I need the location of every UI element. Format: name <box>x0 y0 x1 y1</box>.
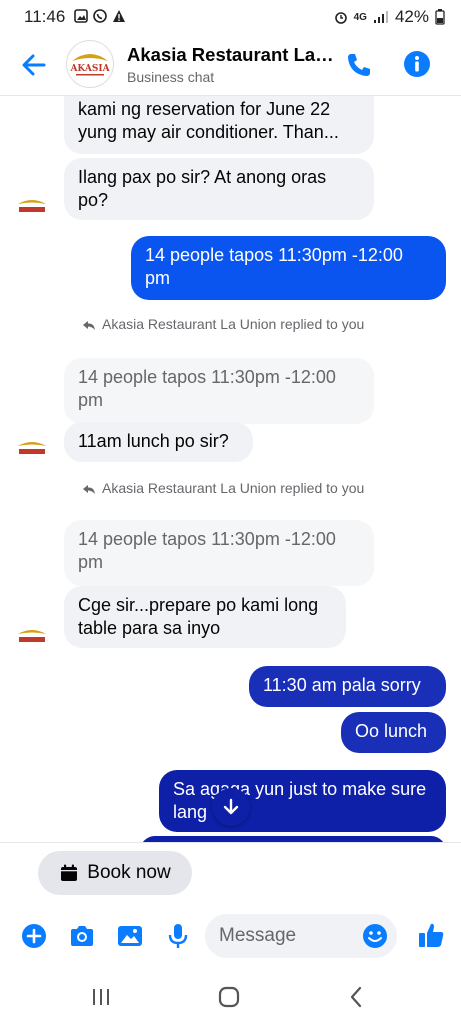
status-notification-icons <box>74 9 126 23</box>
incoming-message[interactable]: Cge sir...prepare po kami long table par… <box>64 586 346 648</box>
network-type: 4G <box>353 11 367 23</box>
chat-header: AKASIA Akasia Restaurant La Union Busine… <box>0 34 461 96</box>
incoming-message[interactable]: Ilang pax po sir? At anong oras po? <box>64 158 374 220</box>
battery-icon <box>435 9 445 25</box>
info-icon[interactable] <box>402 49 432 79</box>
scroll-to-bottom-button[interactable] <box>212 788 250 826</box>
message-text: 11am lunch po sir? <box>78 431 229 451</box>
back-arrow-icon[interactable] <box>18 49 50 81</box>
quoted-text: 14 people tapos 11:30pm -12:00 pm <box>78 529 336 572</box>
message-text: Oo lunch <box>355 721 428 741</box>
smiley-icon[interactable] <box>361 922 389 950</box>
outgoing-message[interactable]: Sa agaga yun just to make sure lang <box>159 770 446 832</box>
message-text: 11:30 am pala sorry <box>263 675 421 695</box>
sender-avatar-icon <box>18 200 46 212</box>
message-list[interactable]: kami ng reservation for June 22 yung may… <box>0 96 461 842</box>
thumbs-up-icon[interactable] <box>416 920 446 950</box>
incoming-message[interactable]: 11am lunch po sir? <box>64 422 253 462</box>
message-text: Ilang pax po sir? At anong oras po? <box>78 167 327 210</box>
calendar-icon <box>61 864 78 881</box>
reply-label-text: Akasia Restaurant La Union replied to yo… <box>102 480 365 496</box>
message-text: yung may air conditioner. Than... <box>78 122 339 142</box>
back-nav-icon[interactable] <box>344 984 370 1010</box>
arrow-down-icon <box>223 798 239 815</box>
quoted-text: 14 people tapos 11:30pm -12:00 pm <box>78 367 336 410</box>
sender-avatar-icon <box>18 630 46 642</box>
status-bar: 11:46 4G 42% <box>0 0 461 34</box>
warning-notification-icon <box>113 10 125 22</box>
book-now-button[interactable]: Book now <box>38 851 192 895</box>
outgoing-message[interactable]: 14 people tapos 11:30pm -12:00 pm <box>131 236 446 300</box>
viber-notification-icon <box>93 9 107 23</box>
message-text: Cge sir...prepare po kami long table par… <box>78 595 319 638</box>
plus-circle-icon[interactable] <box>20 922 48 950</box>
reply-arrow-icon <box>83 485 95 494</box>
reply-arrow-icon <box>83 321 95 330</box>
microphone-icon[interactable] <box>164 922 192 950</box>
avatar[interactable]: AKASIA <box>66 40 114 88</box>
quick-action-bar: Book now <box>0 842 461 902</box>
chat-subtitle: Business chat <box>127 69 215 85</box>
battery-percent: 42% <box>394 7 429 26</box>
sender-avatar-icon <box>18 442 46 454</box>
signal-icon <box>373 11 388 23</box>
message-text: 14 people tapos 11:30pm -12:00 pm <box>145 245 403 288</box>
reply-indicator: Akasia Restaurant La Union replied to yo… <box>82 316 372 333</box>
akasia-logo-icon: AKASIA <box>69 54 111 76</box>
book-now-label: Book now <box>87 862 171 883</box>
svg-text:AKASIA: AKASIA <box>69 64 110 74</box>
message-text: kami ng reservation for June 22 <box>78 99 331 119</box>
home-icon[interactable] <box>216 984 242 1010</box>
outgoing-message[interactable]: 11:30 am pala sorry <box>249 666 446 707</box>
reply-label-text: Akasia Restaurant La Union replied to yo… <box>102 316 365 332</box>
quoted-message[interactable]: 14 people tapos 11:30pm -12:00 pm <box>64 358 374 424</box>
chat-title[interactable]: Akasia Restaurant La Union <box>127 44 337 66</box>
alarm-icon <box>334 12 347 24</box>
outgoing-message[interactable]: Oo lunch <box>341 712 446 753</box>
message-composer <box>0 902 461 970</box>
quoted-message[interactable]: 14 people tapos 11:30pm -12:00 pm <box>64 520 374 586</box>
reply-indicator: Akasia Restaurant La Union replied to yo… <box>82 480 372 497</box>
status-right: 4G 42% <box>334 7 445 27</box>
gallery-notification-icon <box>74 9 88 23</box>
recent-apps-icon[interactable] <box>88 984 114 1010</box>
status-time: 11:46 <box>24 7 66 26</box>
image-icon[interactable] <box>116 922 144 950</box>
incoming-message[interactable]: kami ng reservation for June 22 yung may… <box>64 96 374 154</box>
message-text: Sa agaga yun just to make sure lang <box>173 779 427 822</box>
camera-icon[interactable] <box>68 922 96 950</box>
system-navigation-bar <box>0 970 461 1024</box>
phone-icon[interactable] <box>344 50 374 80</box>
